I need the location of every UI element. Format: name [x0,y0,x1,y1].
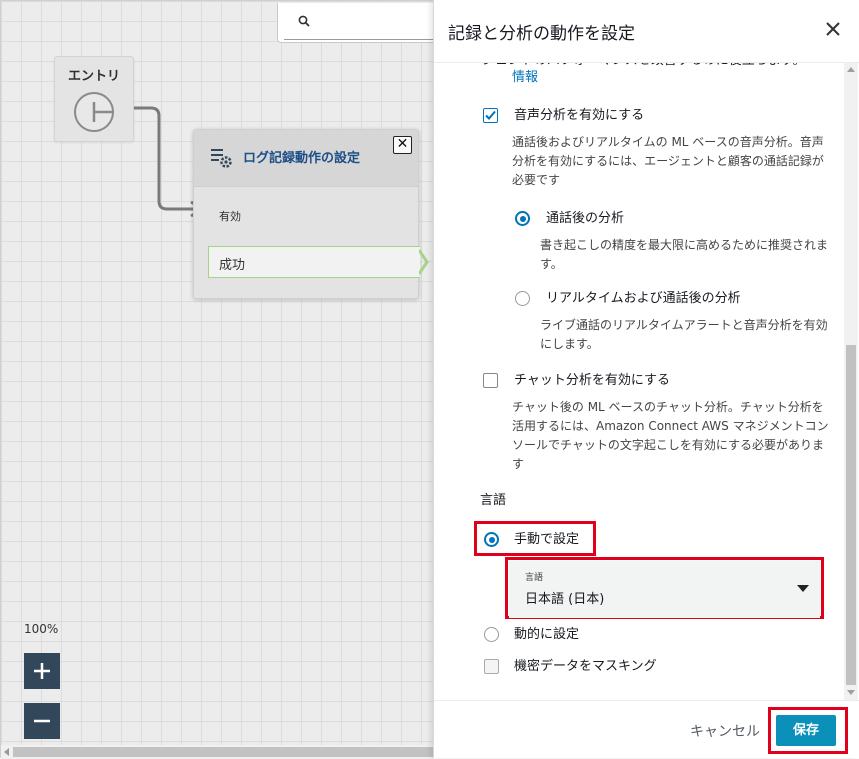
realtime-analysis-label: リアルタイムおよび通話後の分析 [546,291,741,306]
zoom-in-button[interactable] [24,653,60,689]
post-call-analysis-radio[interactable] [515,211,530,226]
language-select-label: 言語 [525,573,544,583]
panel-title: 記録と分析の動作を設定 [448,24,635,44]
chat-analytics-description: チャット後の ML ベースのチャット分析。チャット分析を活用するには、Amazo… [512,400,829,471]
manual-setting-label: 手動で設定 [514,532,580,547]
chat-analytics-label: チャット分析を有効にする [514,373,671,388]
voice-analytics-checkbox[interactable] [483,108,498,123]
entry-label: エントリ [67,69,120,84]
canvas-horizontal-scrollbar[interactable] [1,745,434,759]
flow-canvas[interactable]: エントリ ログ記録動作の設定 ✕ 有効 成功 100% [0,0,457,759]
info-link[interactable]: 情報 [512,68,538,88]
realtime-analysis-description: ライブ通話のリアルタイムアラートと音声分析を有効にします。 [540,318,828,351]
branch-success[interactable]: 成功 [208,246,420,278]
panel-body: ジェントのパフォーマンスを改善するのに役立ちます。 情報 音声分析を有効にする … [434,63,844,700]
settings-panel: 記録と分析の動作を設定 ジェントのパフォーマンスを改善するのに役立ちます。 情報… [433,0,859,758]
entry-point-icon [74,92,114,132]
dynamic-setting-radio[interactable] [484,627,499,642]
minus-icon [34,719,50,723]
post-call-analysis-label: 通話後の分析 [546,211,625,226]
block-header: ログ記録動作の設定 ✕ [194,130,418,187]
dynamic-setting-label: 動的に設定 [514,627,580,642]
mask-sensitive-data-label: 機密データをマスキング [514,659,657,674]
zoom-level: 100% [24,622,59,636]
plus-icon [34,663,50,679]
post-call-analysis-description: 書き起こしの精度を最大限に高めるために推奨されます。 [540,238,829,271]
mask-sensitive-data-checkbox[interactable] [484,659,499,674]
entry-node[interactable]: エントリ [54,56,134,142]
realtime-analysis-radio[interactable] [515,291,530,306]
scrollbar-thumb[interactable] [13,747,433,757]
language-select-value: 日本語 (日本) [525,592,605,607]
language-select[interactable]: 言語 日本語 (日本) [509,561,820,618]
scroll-left-icon[interactable] [4,748,9,756]
voice-analytics-description: 通話後およびリアルタイムの ML ベースの音声分析。音声分析を有効にするには、エ… [512,135,824,187]
voice-analytics-label: 音声分析を有効にする [514,108,645,123]
manual-setting-radio[interactable] [484,532,499,547]
panel-header: 記録と分析の動作を設定 [434,0,859,63]
zoom-out-button[interactable] [24,703,60,739]
save-button[interactable]: 保存 [776,715,836,746]
caret-down-icon [797,585,809,592]
checkmark-icon [485,110,496,120]
block-input-label: 有効 [219,210,241,223]
panel-vertical-scrollbar[interactable] [844,63,858,700]
scroll-down-icon[interactable] [847,690,855,695]
language-heading: 言語 [480,493,507,508]
panel-footer: キャンセル 保存 [434,700,859,758]
logging-settings-icon [211,149,232,168]
block-close-button[interactable]: ✕ [393,136,412,154]
scroll-up-icon[interactable] [847,67,855,72]
chat-analytics-checkbox[interactable] [483,373,498,388]
close-icon[interactable] [826,22,840,36]
branch-connector-icon [419,249,429,275]
cancel-button[interactable]: キャンセル [690,721,760,741]
set-logging-behavior-block[interactable]: ログ記録動作の設定 ✕ 有効 成功 [193,129,429,299]
scrollbar-thumb[interactable] [846,345,856,685]
block-title: ログ記録動作の設定 [243,151,361,166]
